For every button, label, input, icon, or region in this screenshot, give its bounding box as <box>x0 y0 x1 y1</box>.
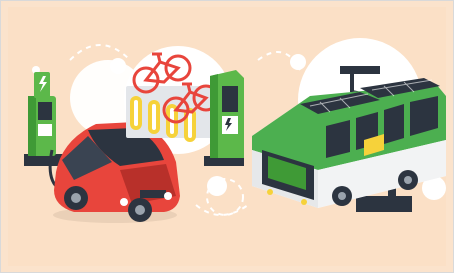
bicycle-rack-icon <box>126 86 216 142</box>
electric-mobility-illustration <box>24 38 446 223</box>
charging-kiosk-icon <box>204 70 244 166</box>
